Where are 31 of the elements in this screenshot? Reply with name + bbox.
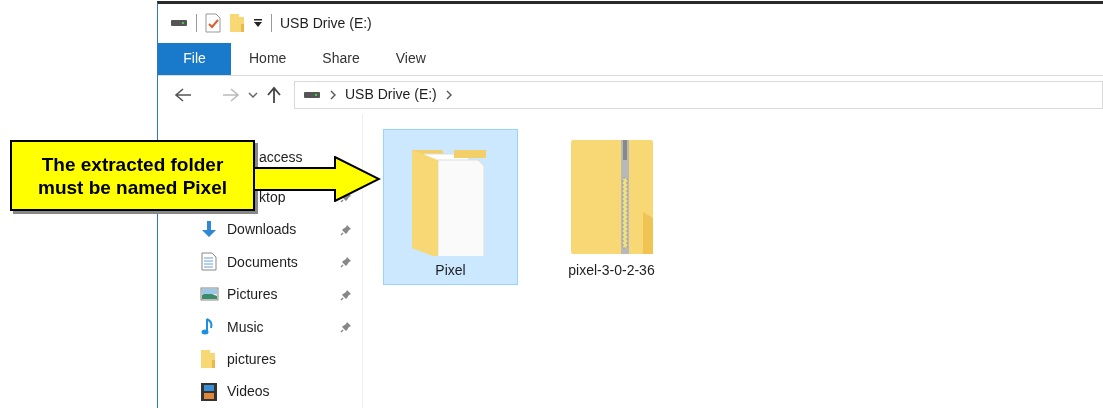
zipped-folder-icon <box>568 137 655 256</box>
nav-item[interactable]: Pictures <box>227 286 278 304</box>
window-title: USB Drive (E:) <box>280 13 372 33</box>
back-icon[interactable] <box>174 86 192 103</box>
file-item[interactable]: pixel-3-0-2-36 <box>544 128 679 285</box>
ribbon-tab[interactable]: Share <box>304 42 378 75</box>
nav-item[interactable]: pictures <box>227 351 277 368</box>
chevron-right-icon <box>329 88 337 101</box>
address-bar[interactable]: USB Drive (E:) <box>294 80 1103 109</box>
chevron-right-icon <box>444 88 453 101</box>
nav-item[interactable]: Videos <box>227 383 270 401</box>
file-name: pixel-3-0-2-36 <box>568 260 655 280</box>
breadcrumb[interactable]: USB Drive (E:) <box>345 84 437 106</box>
dropdown-icon[interactable] <box>253 18 263 29</box>
file-name: Pixel <box>435 260 466 280</box>
nav-item[interactable]: Music <box>227 318 264 336</box>
document-icon <box>200 252 219 273</box>
ribbon-tab[interactable]: File <box>158 42 231 75</box>
film-icon <box>200 381 219 402</box>
ribbon-tab[interactable]: Home <box>231 42 305 75</box>
nav-item[interactable]: ktop <box>259 189 286 206</box>
nav-item[interactable]: Documents <box>227 253 298 271</box>
checklist-icon[interactable] <box>205 13 221 34</box>
download-icon <box>200 219 219 240</box>
nav-item[interactable]: Downloads <box>227 221 297 239</box>
nav-item[interactable]: access <box>259 148 303 166</box>
callout-box: The extracted folder must be named Pixel <box>10 140 255 211</box>
up-icon[interactable] <box>266 85 282 104</box>
chevron-down-icon[interactable] <box>248 90 258 99</box>
ribbon-tab[interactable]: View <box>377 42 444 75</box>
file-item[interactable]: Pixel <box>383 128 518 285</box>
